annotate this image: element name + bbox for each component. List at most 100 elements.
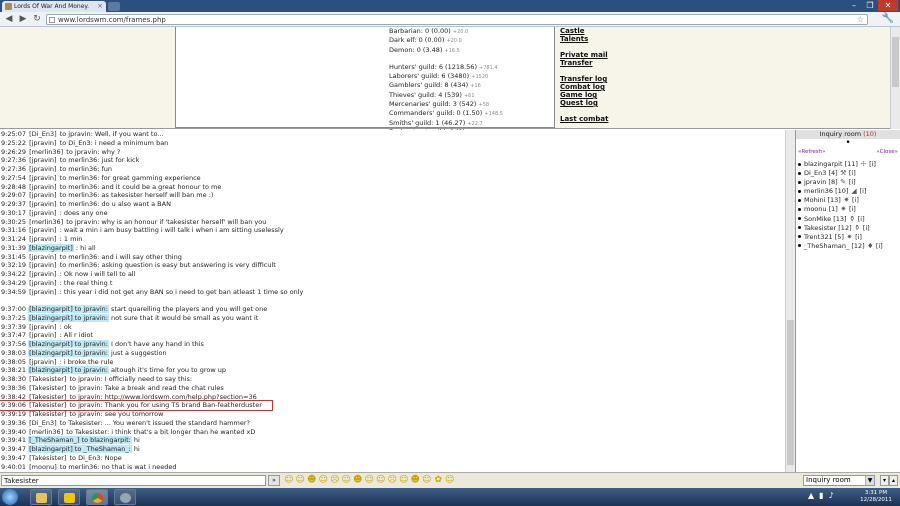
message-nick[interactable]: [jpravin] [28,191,57,199]
room-user[interactable]: SonMike [13] ⚱ [i] [796,215,900,224]
talents-link[interactable]: Talents [560,35,608,43]
smiley-icon[interactable]: ☺ [398,475,410,486]
message-nick[interactable]: [Takesister] [28,393,67,401]
maximize-icon[interactable]: ❐ [862,0,878,11]
message-nick[interactable]: [jpravin] [28,226,57,234]
explorer-taskbar-icon[interactable] [30,489,52,505]
message-nick[interactable]: [Takesister] [28,384,67,392]
smiley-icon[interactable]: ☺ [295,475,307,486]
user-name[interactable]: Trent321 [5] [804,233,844,241]
private-mail-link[interactable]: Private mail [560,51,608,59]
user-info-link[interactable]: [i] [863,224,870,232]
media-taskbar-icon[interactable] [58,489,80,505]
user-name[interactable]: jpravin [8] [804,178,838,186]
tray-arrow-icon[interactable]: ▲ [808,491,814,500]
message-nick[interactable]: [jpravin] [28,174,57,182]
message-nick[interactable]: [moonu] [28,463,58,471]
user-name[interactable]: SonMike [13] [804,215,847,223]
smiley-icon[interactable]: ☻ [410,475,422,486]
message-nick[interactable]: [Takesister] [28,454,67,462]
message-nick[interactable]: [jpravin] [28,279,57,287]
user-name[interactable]: _TheShaman_ [12] [804,242,865,250]
user-info-link[interactable]: [i] [849,178,856,186]
expand-icon[interactable]: ▴ [889,475,898,486]
smiley-icon[interactable]: ☹ [387,475,399,486]
refresh-link[interactable]: «Refresh» [798,147,826,157]
message-nick[interactable]: [merlin36] [28,218,64,226]
message-nick[interactable]: [jpravin] [28,209,57,217]
message-nick[interactable]: [blazingarpit] [28,243,74,252]
message-nick[interactable]: [jpravin] [28,323,57,331]
user-name[interactable]: Takesister [12] [804,224,852,232]
user-info-link[interactable]: [i] [855,233,862,241]
message-nick[interactable]: [jpravin] [28,235,57,243]
user-name[interactable]: merlin36 [10] [804,187,848,195]
message-nick[interactable]: [jpravin] [28,183,57,191]
room-select[interactable]: Inquiry room ▼ [803,475,875,486]
transfer-link[interactable]: Transfer [560,59,608,67]
room-user[interactable]: merlin36 [10] ◢ [i] [796,187,900,196]
user-name[interactable]: blazingarpit [11] [804,160,858,168]
smiley-icon[interactable]: ☺ [318,475,330,486]
message-nick[interactable]: [jpravin] [28,261,57,269]
bookmark-star-icon[interactable]: ☆ [857,15,864,25]
room-user[interactable]: _TheShaman_ [12] ♦ [i] [796,242,900,251]
smiley-icon[interactable]: ☹ [329,475,341,486]
smiley-icon[interactable]: ☻ [352,475,364,486]
minimize-icon[interactable]: – [846,0,862,11]
transfer-log-link[interactable]: Transfer log [560,75,608,83]
forward-icon[interactable]: ▶ [17,13,29,26]
start-button[interactable] [2,489,18,505]
message-nick[interactable]: [jpravin] [28,165,57,173]
message-nick[interactable]: [blazingarpit] to jpravin: [28,305,109,313]
message-nick[interactable]: [jpravin] [28,139,57,147]
network-icon[interactable]: ▮ [819,491,823,500]
clock[interactable]: 3:31 PM 12/28/2011 [858,490,894,504]
back-icon[interactable]: ◀ [3,13,15,26]
room-user[interactable]: Di_En3 [4] ⚒ [i] [796,169,900,178]
room-user[interactable]: moonu [1] ✷ [i] [796,205,900,214]
smiley-icon[interactable]: ☺ [421,475,433,486]
close-link[interactable]: «Close» [876,147,898,157]
chat-scrollbar[interactable] [785,130,795,472]
smiley-icon[interactable]: ☺ [444,475,456,486]
message-nick[interactable]: [Takesister] [28,401,67,409]
message-nick[interactable]: [Di_En3] [28,130,58,138]
message-nick[interactable]: [blazingarpit] to _TheShaman_: [28,445,132,453]
user-info-link[interactable]: [i] [852,196,859,204]
close-window-icon[interactable]: ✕ [878,0,898,11]
message-nick[interactable]: [blazingarpit] to jpravin: [28,313,109,322]
room-user[interactable]: Trent321 [5] ✷ [i] [796,233,900,242]
user-name[interactable]: Di_En3 [4] [804,169,838,177]
message-nick[interactable]: [Di_En3] [28,419,58,427]
castle-link[interactable]: Castle [560,27,608,35]
message-nick[interactable]: [jpravin] [28,270,57,278]
message-nick[interactable]: [Takesister] [28,375,67,383]
tool-taskbar-icon[interactable] [114,489,136,505]
wrench-menu-icon[interactable]: 🔧 [882,13,894,24]
message-nick[interactable]: [Takesister] [28,410,67,418]
message-nick[interactable]: [jpravin] [28,288,57,296]
message-nick[interactable]: [_TheShaman_] to blazingarpit: [28,436,132,445]
new-tab-button[interactable] [108,2,120,11]
user-info-link[interactable]: [i] [858,215,865,223]
chrome-taskbar-icon[interactable] [86,489,108,505]
message-nick[interactable]: [jpravin] [28,331,57,339]
tab-close-icon[interactable]: × [97,1,103,12]
user-info-link[interactable]: [i] [860,187,867,195]
reload-icon[interactable]: ↻ [31,13,43,26]
smiley-icon[interactable]: ✿ [433,475,445,486]
top-frame-scrollbar[interactable] [890,27,900,129]
smiley-icon[interactable]: ☺ [375,475,387,486]
message-nick[interactable]: [jpravin] [28,156,57,164]
volume-icon[interactable]: ♪ [829,491,834,500]
browser-tab[interactable]: Lords Of War And Money. × [2,1,106,12]
shrink-icon[interactable]: ▾ [880,475,889,486]
message-nick[interactable]: [blazingarpit] to jpravin: [28,348,109,357]
message-nick[interactable]: [jpravin] [28,253,57,261]
message-nick[interactable]: [jpravin] [28,358,57,366]
message-nick[interactable]: [merlin36] [28,148,64,156]
send-button[interactable]: » [268,475,280,486]
smiley-icon[interactable]: ☺ [364,475,376,486]
user-info-link[interactable]: [i] [869,160,876,168]
